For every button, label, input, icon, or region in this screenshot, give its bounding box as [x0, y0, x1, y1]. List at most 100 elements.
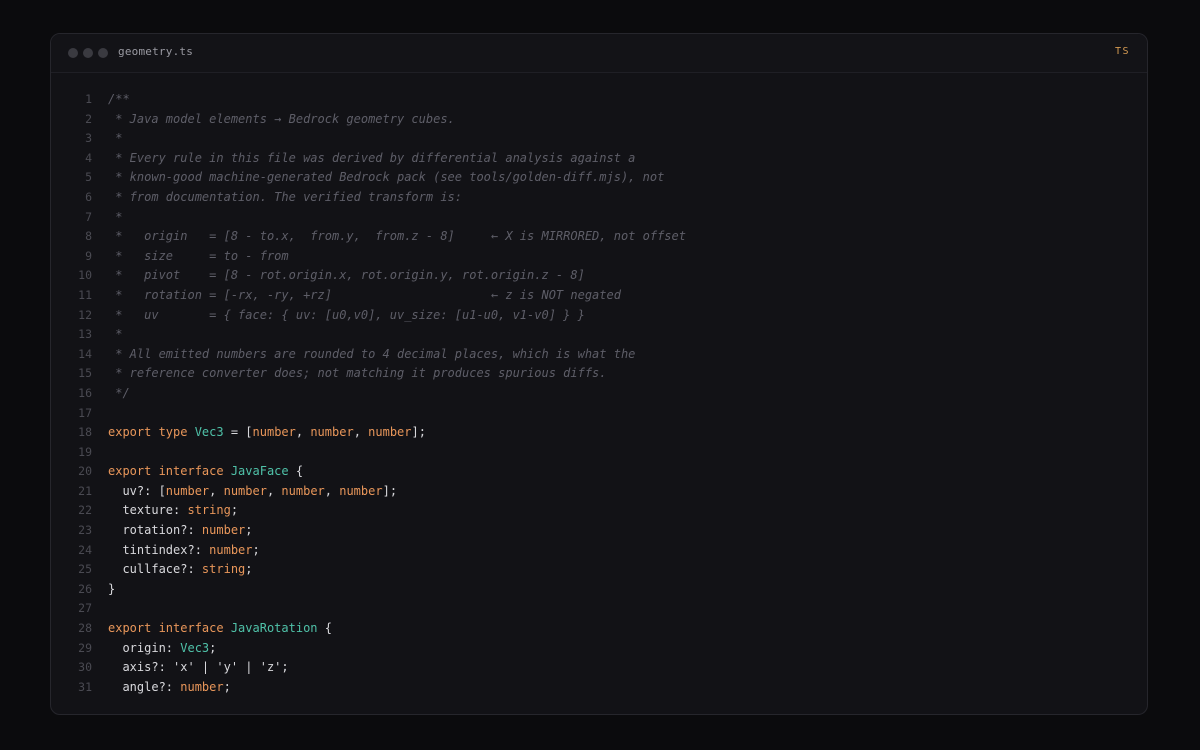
close-window-dot-icon[interactable]: [68, 48, 78, 58]
code-token: /**: [108, 92, 130, 106]
code-line[interactable]: 13 *: [51, 325, 1147, 345]
code-line[interactable]: 29 origin: Vec3;: [51, 639, 1147, 659]
code-token: JavaRotation: [230, 621, 318, 636]
line-number: 3: [85, 131, 92, 146]
code-text: * Every rule in this file was derived by…: [108, 149, 635, 169]
code-token: *: [108, 131, 123, 146]
code-line[interactable]: 8 * origin = [8 - to.x, from.y, from.z -…: [51, 227, 1147, 247]
code-token: angle?:: [108, 679, 181, 694]
code-line[interactable]: 23 rotation?: number;: [51, 521, 1147, 541]
code-line[interactable]: 31 angle?: number;: [51, 678, 1147, 698]
code-line[interactable]: 25 cullface?: string;: [51, 560, 1147, 580]
code-token: Vec3: [194, 425, 224, 440]
code-line[interactable]: 16 */: [51, 384, 1147, 404]
code-line[interactable]: 20 export interface JavaFace {: [51, 462, 1147, 482]
code-area[interactable]: 1 /** 2 * Java model elements → Bedrock ge…: [51, 90, 1147, 697]
title-bar: geometry.ts TS: [51, 34, 1147, 73]
code-token: * known-good machine-generated Bedrock p…: [108, 170, 665, 185]
code-token: * rotation = [-rx, -ry, +rz] ← z is NOT …: [108, 287, 621, 302]
line-number: 23: [78, 523, 92, 538]
code-line[interactable]: 7 *: [51, 208, 1147, 228]
code-token: *: [108, 209, 123, 224]
line-number: 25: [78, 562, 92, 577]
code-line[interactable]: 24 tintindex?: number;: [51, 541, 1147, 561]
code-token: ;: [209, 640, 217, 655]
line-number: 22: [78, 503, 92, 518]
line-number: 5: [85, 170, 92, 185]
line-number: 11: [78, 287, 92, 302]
code-line[interactable]: 19: [51, 443, 1147, 463]
line-number: 4: [85, 150, 92, 165]
code-token: number: [165, 483, 210, 498]
code-line[interactable]: 9 * size = to - from: [51, 247, 1147, 267]
line-number: 13: [78, 327, 92, 342]
code-text: rotation?: number;: [108, 521, 253, 541]
code-token: number: [252, 425, 296, 440]
code-text: tintindex?: number;: [108, 541, 259, 561]
code-line[interactable]: 26}: [51, 580, 1147, 600]
line-number: 7: [85, 209, 92, 224]
code-token: cullface?:: [108, 562, 202, 577]
code-token: export interface: [108, 621, 231, 636]
code-line[interactable]: 10 * pivot = [8 - rot.origin.x, rot.orig…: [51, 266, 1147, 286]
code-text: axis?: 'x' | 'y' | 'z';: [108, 658, 288, 678]
code-text: export type Vec3 = [number, number, numb…: [108, 423, 426, 443]
code-text: export interface JavaRotation {: [108, 619, 332, 639]
code-line[interactable]: 4 * Every rule in this file was derived …: [51, 149, 1147, 169]
code-token: ];: [411, 425, 426, 440]
code-text: * origin = [8 - to.x, from.y, from.z - 8…: [108, 227, 686, 247]
line-number: 1: [85, 92, 92, 106]
code-token: number: [223, 483, 267, 498]
language-badge: TS: [1114, 46, 1130, 57]
code-text: * All emitted numbers are rounded to 4 d…: [108, 345, 635, 365]
minimize-window-dot-icon[interactable]: [83, 48, 93, 58]
code-line[interactable]: 5 * known-good machine-generated Bedrock…: [51, 168, 1147, 188]
code-line[interactable]: 11 * rotation = [-rx, -ry, +rz] ← z is N…: [51, 286, 1147, 306]
code-token: number: [310, 425, 354, 440]
code-line[interactable]: 15 * reference converter does; not match…: [51, 364, 1147, 384]
code-token: * pivot = [8 - rot.origin.x, rot.origin.…: [108, 268, 585, 283]
code-line[interactable]: 27: [51, 599, 1147, 619]
code-text: *: [108, 129, 122, 149]
code-line[interactable]: 1 /**: [51, 90, 1147, 110]
code-text: * Java model elements → Bedrock geometry…: [108, 110, 455, 130]
code-token: ;: [245, 523, 253, 538]
line-number: 10: [78, 268, 92, 283]
line-number: 2: [85, 111, 92, 126]
code-text: */: [108, 384, 130, 404]
code-line[interactable]: 22 texture: string;: [51, 501, 1147, 521]
code-token: *: [108, 327, 123, 342]
code-token: ];: [382, 483, 398, 498]
code-text: *: [108, 325, 122, 345]
code-text: * pivot = [8 - rot.origin.x, rot.origin.…: [108, 266, 585, 286]
code-line[interactable]: 30 axis?: 'x' | 'y' | 'z';: [51, 658, 1147, 678]
code-token: {: [317, 621, 332, 636]
code-text: * reference converter does; not matching…: [108, 364, 606, 384]
code-text: texture: string;: [108, 501, 238, 521]
code-text: * uv = { face: { uv: [u0,v0], uv_size: […: [108, 306, 585, 326]
code-token: rotation?:: [108, 523, 202, 538]
code-text: *: [108, 208, 122, 228]
code-line[interactable]: 12 * uv = { face: { uv: [u0,v0], uv_size…: [51, 306, 1147, 326]
code-line[interactable]: 3 *: [51, 129, 1147, 149]
code-token: */: [108, 385, 130, 400]
code-text: * size = to - from: [108, 247, 288, 267]
code-token: * All emitted numbers are rounded to 4 d…: [108, 346, 636, 361]
line-number: 31: [78, 679, 92, 694]
line-number: 16: [78, 385, 92, 400]
code-line[interactable]: 21 uv?: [number, number, number, number]…: [51, 482, 1147, 502]
code-text: * known-good machine-generated Bedrock p…: [108, 168, 664, 188]
code-token: number: [180, 679, 224, 694]
code-line[interactable]: 6 * from documentation. The verified tra…: [51, 188, 1147, 208]
maximize-window-dot-icon[interactable]: [98, 48, 108, 58]
code-token: * from documentation. The verified trans…: [108, 189, 463, 204]
code-line[interactable]: 28 export interface JavaRotation {: [51, 619, 1147, 639]
code-line[interactable]: 17: [51, 404, 1147, 424]
code-token: string: [187, 503, 231, 518]
code-text: angle?: number;: [108, 678, 230, 698]
code-line[interactable]: 18 export type Vec3 = [number, number, nu…: [51, 423, 1147, 443]
code-token: number: [281, 483, 325, 498]
code-token: * Every rule in this file was derived by…: [108, 150, 636, 165]
code-line[interactable]: 14 * All emitted numbers are rounded to …: [51, 345, 1147, 365]
code-line[interactable]: 2 * Java model elements → Bedrock geomet…: [51, 110, 1147, 130]
